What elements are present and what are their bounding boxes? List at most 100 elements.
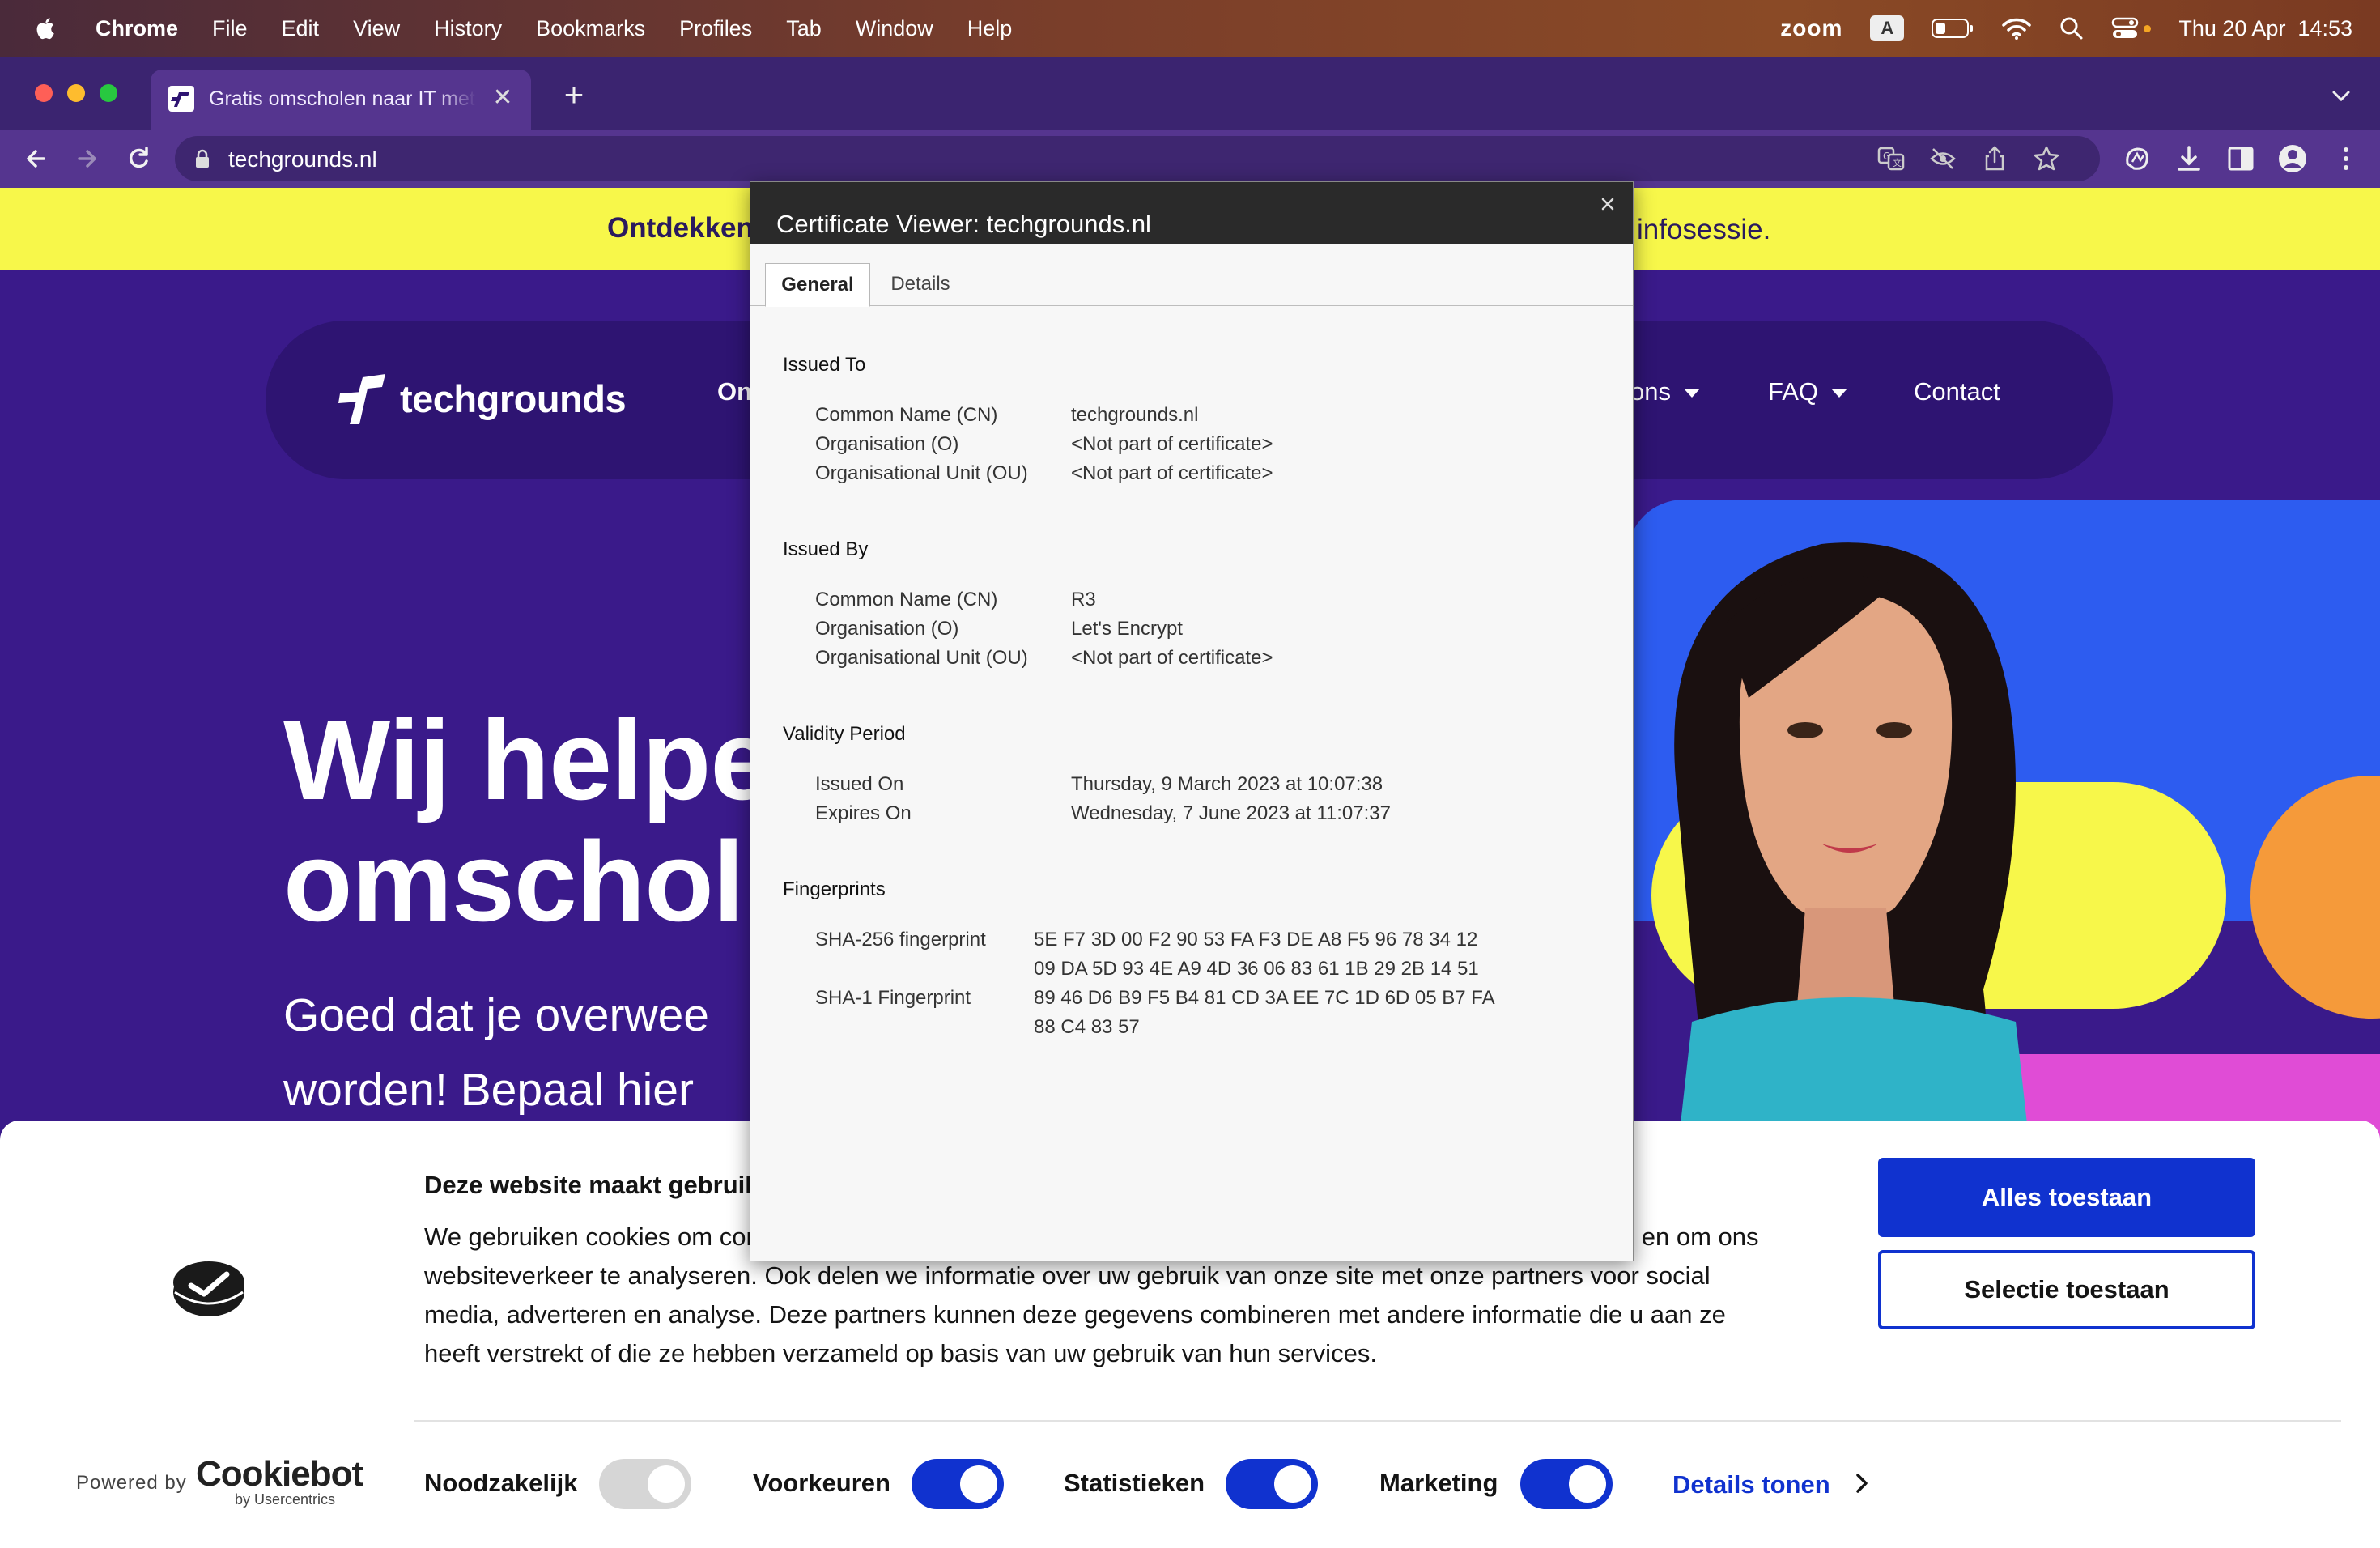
issued-by-cn-label: Common Name (CN) xyxy=(815,589,998,610)
dialog-titlebar: Certificate Viewer: techgrounds.nl xyxy=(750,182,1633,244)
forward-arrow-icon[interactable] xyxy=(70,142,104,176)
wifi-icon[interactable] xyxy=(2001,16,2032,40)
allow-selection-button[interactable]: Selectie toestaan xyxy=(1878,1250,2255,1329)
dialog-title: Certificate Viewer: techgrounds.nl xyxy=(776,210,1151,238)
promo-text-left[interactable]: Ontdekken xyxy=(607,212,754,245)
issued-by-ou-value: <Not part of certificate> xyxy=(1071,647,1273,669)
menu-profiles[interactable]: Profiles xyxy=(679,16,752,41)
address-bar[interactable]: techgrounds.nl G文 xyxy=(175,136,2100,181)
menu-app-chrome[interactable]: Chrome xyxy=(96,16,178,41)
sha1-value-line: 89 46 D6 B9 F5 B4 81 CD 3A EE 7C 1D 6D 0… xyxy=(1034,987,1495,1009)
menu-view[interactable]: View xyxy=(353,16,400,41)
statistics-toggle[interactable] xyxy=(1226,1459,1318,1509)
window-close-button[interactable] xyxy=(35,84,53,102)
chevron-right-icon[interactable] xyxy=(1852,1470,1872,1496)
toggle-label-necessary: Noodzakelijk xyxy=(424,1469,578,1497)
nav-item-faq[interactable]: FAQ xyxy=(1768,377,1848,406)
sha256-label: SHA-256 fingerprint xyxy=(815,929,986,950)
sha256-value-line: 09 DA 5D 93 4E A9 4D 36 06 83 61 1B 29 2… xyxy=(1034,958,1479,980)
powered-by-label: Powered by xyxy=(76,1472,187,1494)
issued-to-o-value: <Not part of certificate> xyxy=(1071,433,1273,455)
marketing-toggle[interactable] xyxy=(1520,1459,1613,1509)
nav-item-ons[interactable]: ons xyxy=(1630,377,1700,406)
show-details-link[interactable]: Details tonen xyxy=(1672,1470,1830,1499)
menu-help[interactable]: Help xyxy=(967,16,1013,41)
menu-window[interactable]: Window xyxy=(856,16,933,41)
reload-icon[interactable] xyxy=(121,142,155,176)
issued-to-ou-label: Organisational Unit (OU) xyxy=(815,462,1028,484)
menu-edit[interactable]: Edit xyxy=(282,16,320,41)
issued-on-value: Thursday, 9 March 2023 at 10:07:38 xyxy=(1071,773,1383,795)
browser-tab-active[interactable]: Gratis omscholen naar IT met Techgrounds… xyxy=(151,70,531,130)
logo-wordmark: techgrounds xyxy=(400,376,627,420)
issued-by-ou-label: Organisational Unit (OU) xyxy=(815,647,1028,669)
necessary-toggle xyxy=(599,1459,691,1509)
menu-tab[interactable]: Tab xyxy=(786,16,822,41)
tab-close-icon[interactable]: ✕ xyxy=(487,83,518,113)
url-text[interactable]: techgrounds.nl xyxy=(228,147,377,172)
tab-search-chevron-icon[interactable] xyxy=(2327,81,2356,110)
issued-by-heading: Issued By xyxy=(783,538,869,560)
issued-to-cn-value: techgrounds.nl xyxy=(1071,404,1199,426)
cookie-divider xyxy=(414,1420,2341,1422)
tracking-protection-eye-icon[interactable] xyxy=(1928,144,1957,173)
downloads-icon[interactable] xyxy=(2173,142,2205,175)
menu-file[interactable]: File xyxy=(212,16,248,41)
battery-icon[interactable] xyxy=(1932,18,1974,39)
issued-to-cn-label: Common Name (CN) xyxy=(815,404,998,426)
issued-by-o-label: Organisation (O) xyxy=(815,618,959,640)
issued-to-ou-value: <Not part of certificate> xyxy=(1071,462,1273,484)
side-panel-icon[interactable] xyxy=(2225,142,2257,175)
hero-heading-line: Wij helpe xyxy=(283,696,773,823)
tab-details[interactable]: Details xyxy=(872,265,969,304)
tab-title: Gratis omscholen naar IT met Techgrounds xyxy=(209,87,476,110)
back-arrow-icon[interactable] xyxy=(19,142,53,176)
cookiebot-brand-sub: by Usercentrics xyxy=(235,1491,336,1508)
spotlight-search-icon[interactable] xyxy=(2059,16,2084,40)
allow-all-button[interactable]: Alles toestaan xyxy=(1878,1158,2255,1237)
window-minimize-button[interactable] xyxy=(67,84,85,102)
nav-label: FAQ xyxy=(1768,377,1819,406)
issued-on-label: Issued On xyxy=(815,773,904,795)
sha1-label: SHA-1 Fingerprint xyxy=(815,987,971,1009)
new-tab-button[interactable]: + xyxy=(555,78,593,115)
window-zoom-button[interactable] xyxy=(100,84,117,102)
input-source-icon[interactable]: A xyxy=(1870,15,1905,41)
profile-avatar-icon[interactable] xyxy=(2276,142,2309,175)
techgrounds-logo-icon xyxy=(338,374,385,424)
nav-item-contact[interactable]: Contact xyxy=(1914,377,2000,406)
fingerprints-heading: Fingerprints xyxy=(783,878,886,900)
bookmark-star-icon[interactable] xyxy=(2032,144,2061,173)
hero-heading: Wij helpe omscholi xyxy=(283,696,776,945)
nav-item-partial[interactable]: On xyxy=(717,377,752,406)
preferences-toggle[interactable] xyxy=(912,1459,1004,1509)
toggle-label-statistics: Statistieken xyxy=(1064,1469,1205,1497)
zoom-status-item[interactable]: zoom xyxy=(1780,15,1842,41)
toggle-label-marketing: Marketing xyxy=(1379,1469,1498,1497)
lock-icon[interactable] xyxy=(194,149,210,168)
control-center-icon[interactable] xyxy=(2111,16,2152,40)
expires-on-label: Expires On xyxy=(815,802,912,824)
extension-icon[interactable] xyxy=(2121,142,2153,175)
menu-bookmarks[interactable]: Bookmarks xyxy=(536,16,645,41)
promo-text-right[interactable]: infosessie. xyxy=(1637,214,1770,246)
share-icon[interactable] xyxy=(1980,144,2009,173)
nav-label: ons xyxy=(1630,377,1671,406)
issued-by-o-value: Let's Encrypt xyxy=(1071,618,1183,640)
menubar-status-area: zoom A Thu 20 Apr 14:53 xyxy=(1780,0,2352,57)
menu-history[interactable]: History xyxy=(434,16,502,41)
certificate-viewer-dialog: Certificate Viewer: techgrounds.nl Gener… xyxy=(750,181,1634,1261)
toggle-label-preferences: Voorkeuren xyxy=(753,1469,890,1497)
menubar-clock[interactable]: Thu 20 Apr 14:53 xyxy=(2178,16,2352,41)
chrome-menu-icon[interactable] xyxy=(2330,142,2362,175)
translate-icon[interactable]: G文 xyxy=(1876,144,1906,173)
hero-paragraph-line: worden! Bepaal hier xyxy=(283,1064,694,1116)
apple-icon[interactable] xyxy=(32,15,60,42)
hero-heading-line: omscholi xyxy=(283,818,776,945)
tab-general[interactable]: General xyxy=(765,263,870,307)
techgrounds-logo[interactable]: techgrounds xyxy=(338,368,627,429)
close-icon[interactable] xyxy=(1594,190,1621,218)
caret-down-icon xyxy=(1831,389,1848,398)
techgrounds-favicon-icon xyxy=(168,86,194,112)
cookiebot-brand[interactable]: Cookiebot xyxy=(196,1454,363,1495)
